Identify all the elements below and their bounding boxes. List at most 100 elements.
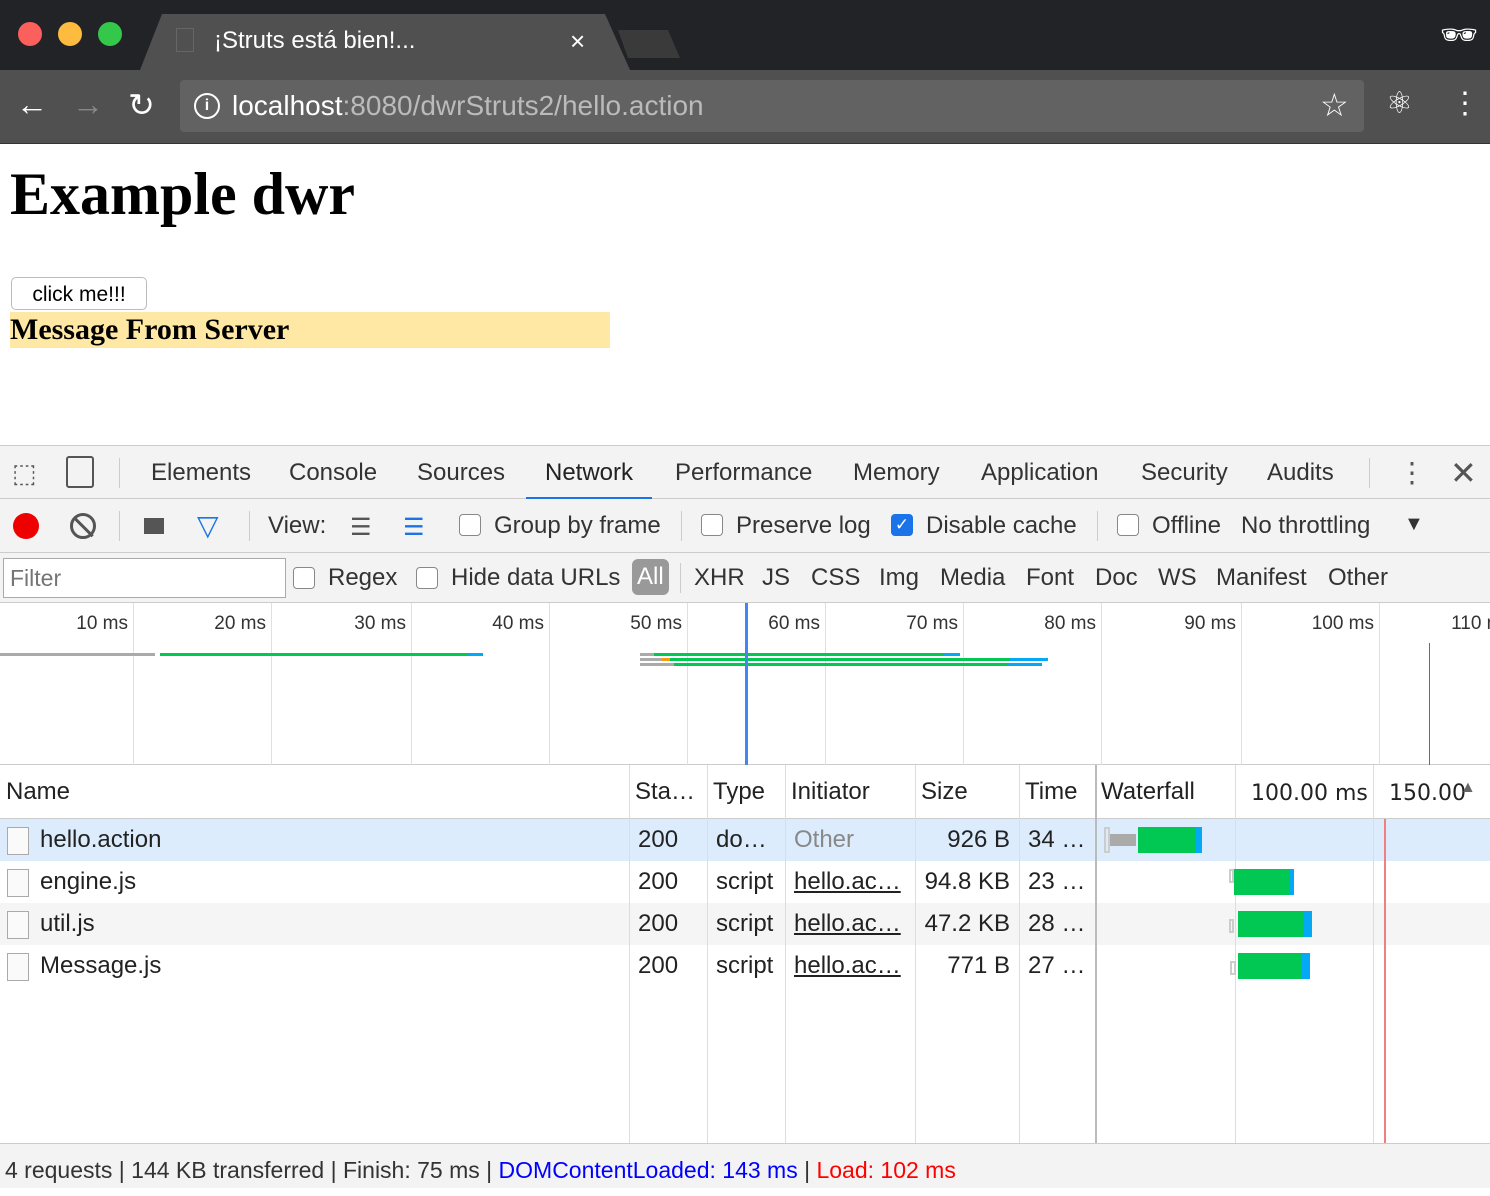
bookmark-star-icon[interactable]: ☆ [1320,86,1349,124]
cell-initiator[interactable]: hello.ac… [794,945,901,987]
column-header[interactable]: Initiator [787,765,870,819]
tab-console[interactable]: Console [289,446,377,500]
new-tab-button[interactable] [618,30,680,58]
cell-type: script [716,910,774,937]
close-window-button[interactable] [18,22,42,46]
regex-label: Regex [328,564,398,591]
minimize-window-button[interactable] [58,22,82,46]
overview-tick: 30 ms [354,613,406,634]
tab-performance[interactable]: Performance [675,446,812,500]
throttling-dropdown-icon[interactable]: ▼ [1404,513,1424,536]
clear-icon[interactable] [70,513,96,539]
cell-time: 27 … [1028,952,1086,979]
offline-checkbox[interactable] [1117,514,1139,536]
load-line [1384,819,1386,1143]
menu-icon[interactable]: ⋮ [1450,86,1480,121]
throttling-select[interactable]: No throttling [1241,512,1370,540]
waterfall-bar [1234,869,1290,895]
table-row[interactable]: hello.action 200 do… Other 926 B 34 … [0,819,1490,861]
network-overview[interactable]: 10 ms 20 ms 30 ms 40 ms 50 ms 60 ms 70 ms 80 ms… [0,603,1490,765]
tab-title: ¡Struts está bien!... [214,27,416,54]
screenshot-camera-icon[interactable] [144,518,164,534]
dcl-time: DOMContentLoaded: 143 ms [498,1157,798,1183]
type-filter-font[interactable]: Font [1026,564,1074,592]
close-devtools-icon[interactable]: ✕ [1450,454,1477,492]
regex-checkbox[interactable] [293,567,315,589]
react-extension-icon[interactable]: ⚛ [1386,86,1413,121]
column-header[interactable]: Waterfall [1097,765,1195,819]
device-toolbar-icon[interactable] [66,456,94,488]
tab-memory[interactable]: Memory [853,446,940,500]
overview-tick: 20 ms [214,613,266,634]
group-by-frame-checkbox[interactable] [459,514,481,536]
filter-input[interactable] [3,558,286,598]
type-filter-xhr[interactable]: XHR [694,564,745,592]
tab-network[interactable]: Network [526,446,653,500]
cell-initiator[interactable]: hello.ac… [794,861,901,903]
record-icon[interactable] [13,513,39,539]
column-header[interactable]: Name [2,765,70,819]
cell-type: script [716,868,774,895]
large-rows-icon[interactable]: ☰ [350,513,372,542]
type-filter-manifest[interactable]: Manifest [1216,564,1307,592]
column-header[interactable]: Sta… [631,765,695,819]
devtools-tabbar: ⬚ Elements Console Sources Network Performan… [0,445,1490,500]
sort-ascending-icon[interactable]: ▲ [1460,779,1476,797]
filter-icon[interactable]: ▽ [197,509,219,542]
type-filter-js[interactable]: JS [762,564,790,592]
waterfall-bar [1138,827,1196,853]
cell-time: 23 … [1028,868,1086,895]
overview-tick: 110 ms [1451,613,1490,634]
maximize-window-button[interactable] [98,22,122,46]
dcl-marker [745,603,748,765]
type-filter-all[interactable]: All [632,559,669,595]
document-icon [7,869,29,897]
column-header[interactable]: Time [1021,765,1077,819]
type-filter-ws[interactable]: WS [1158,564,1197,592]
tab-security[interactable]: Security [1141,446,1228,500]
view-label: View: [268,512,327,539]
address-bar[interactable]: i localhost:8080/dwrStruts2/hello.action… [180,80,1364,132]
overview-waterfall-icon[interactable]: ☰ [403,513,425,542]
type-filter-img[interactable]: Img [879,564,919,592]
cell-name: util.js [40,910,95,937]
cell-time: 28 … [1028,910,1086,937]
column-header[interactable]: Type [709,765,765,819]
disable-cache-checkbox[interactable]: ✓ [891,514,913,536]
type-filter-other[interactable]: Other [1328,564,1388,592]
tab-sources[interactable]: Sources [417,446,505,500]
preserve-log-checkbox[interactable] [701,514,723,536]
close-tab-icon[interactable]: × [570,26,585,57]
tab-audits[interactable]: Audits [1267,446,1334,500]
disable-cache-label: Disable cache [926,512,1077,539]
click-me-button[interactable]: click me!!! [11,277,147,310]
hide-data-urls-checkbox[interactable] [416,567,438,589]
url-path: :8080/dwrStruts2/hello.action [342,90,704,121]
back-icon[interactable]: ← [16,86,48,123]
overview-tick: 60 ms [768,613,820,634]
load-marker [1429,643,1430,765]
info-icon[interactable]: i [194,93,220,119]
cell-name: Message.js [40,952,162,979]
type-filter-doc[interactable]: Doc [1095,564,1138,592]
inspect-element-icon[interactable]: ⬚ [12,458,37,489]
column-header[interactable]: Size [917,765,968,819]
cell-initiator[interactable]: hello.ac… [794,903,901,945]
cell-status: 200 [638,910,679,937]
browser-toolbar: ← → ↻ i localhost:8080/dwrStruts2/hello.… [0,70,1490,144]
cell-size: 926 B [947,826,1010,853]
forward-icon[interactable]: → [72,86,104,123]
tab-application[interactable]: Application [981,446,1098,500]
type-filter-media[interactable]: Media [940,564,1005,592]
cell-size: 771 B [947,952,1010,979]
cell-type: do… [716,826,767,853]
finish-time: Finish: 75 ms [343,1157,480,1183]
request-count: 4 requests [5,1157,113,1183]
cell-type: script [716,952,774,979]
devtools-menu-icon[interactable]: ⋮ [1398,456,1426,489]
reload-icon[interactable]: ↻ [128,86,155,124]
type-filter-css[interactable]: CSS [811,564,860,592]
column-header[interactable]: 100.00 ms [1247,767,1368,821]
tab-elements[interactable]: Elements [151,446,251,500]
url-host: localhost [232,90,343,121]
